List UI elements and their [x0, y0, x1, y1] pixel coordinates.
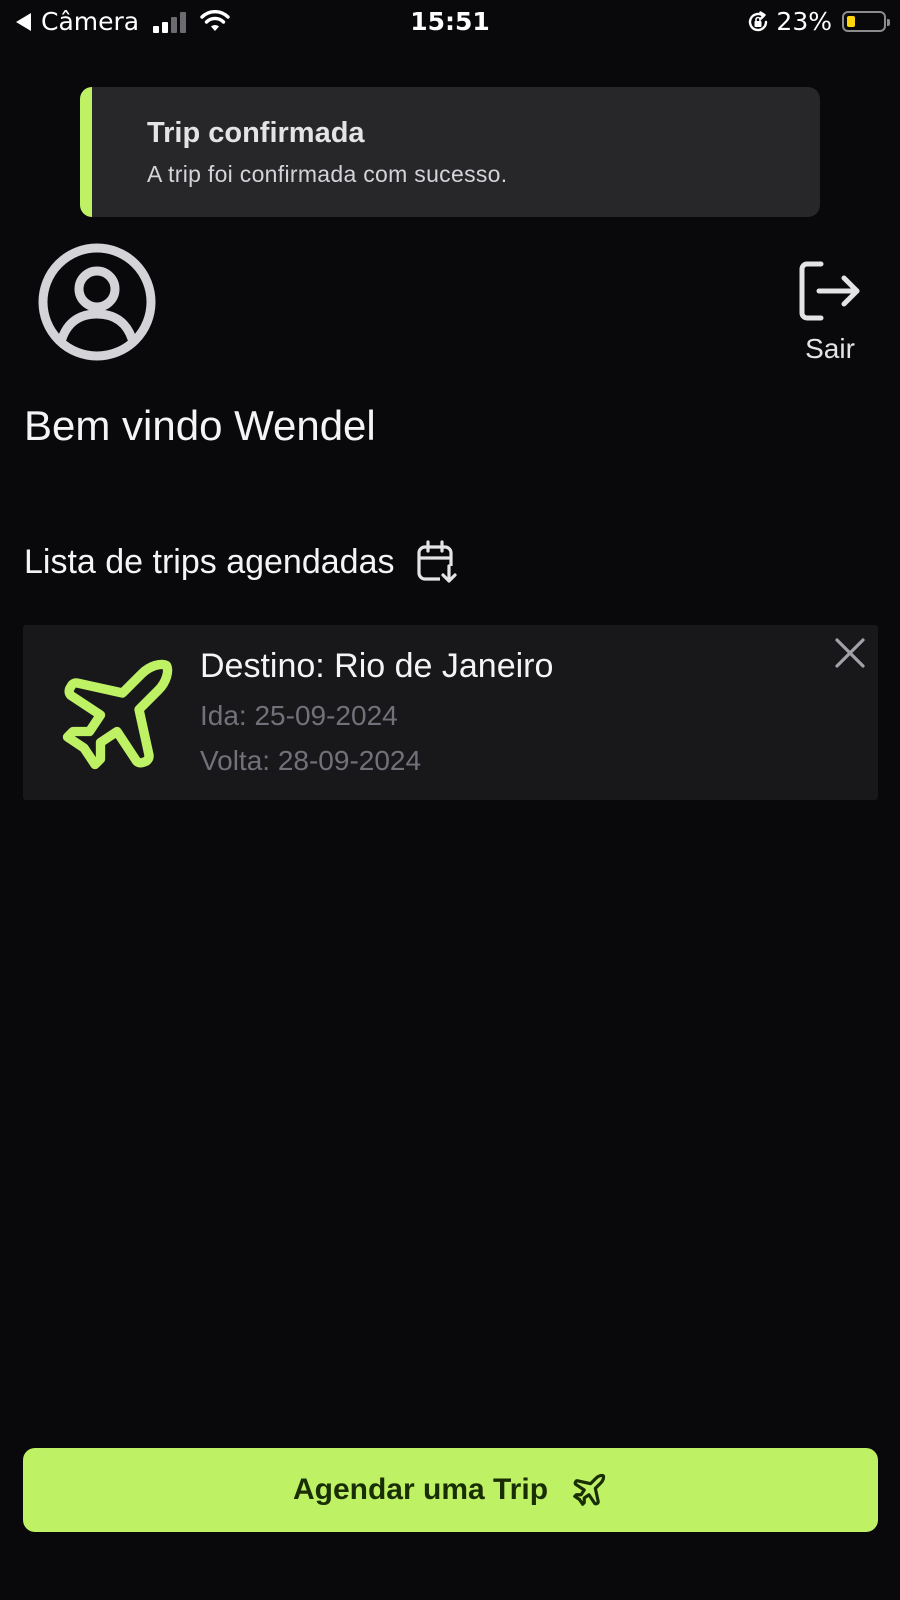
trips-section-title: Lista de trips agendadas — [24, 540, 459, 584]
logout-icon — [799, 261, 860, 321]
logout-button[interactable]: Sair — [790, 258, 870, 365]
toast-accent-bar — [80, 87, 92, 217]
battery-icon — [842, 11, 890, 32]
battery-level-fill — [847, 16, 855, 27]
logout-label: Sair — [805, 333, 855, 364]
trips-section-label: Lista de trips agendadas — [24, 542, 395, 581]
battery-percentage: 23% — [776, 7, 832, 36]
schedule-trip-label: Agendar uma Trip — [292, 1473, 549, 1506]
welcome-heading: Bem vindo Wendel — [24, 402, 376, 449]
airplane-icon — [573, 1473, 606, 1506]
orientation-lock-icon — [749, 10, 768, 31]
trip-card[interactable]: Destino: Rio de Janeiro Ida: 25-09-2024 … — [23, 625, 878, 800]
toast-title: Trip confirmada — [147, 117, 365, 149]
schedule-trip-button[interactable]: Agendar uma Trip — [23, 1448, 878, 1532]
calendar-arrow-down-icon — [417, 540, 459, 584]
status-right: 23% — [746, 7, 890, 36]
trip-destination: Destino: Rio de Janeiro — [200, 647, 554, 685]
close-icon[interactable] — [832, 635, 868, 671]
airplane-icon — [62, 659, 173, 770]
toast-message: A trip foi confirmada com sucesso. — [147, 161, 508, 187]
toast-notification[interactable]: Trip confirmada A trip foi confirmada co… — [80, 87, 820, 217]
trip-return-date: Volta: 28-09-2024 — [200, 745, 422, 776]
user-circle-icon[interactable] — [37, 242, 157, 362]
trip-departure-date: Ida: 25-09-2024 — [200, 700, 398, 731]
status-bar: Câmera 15:51 23% — [0, 0, 900, 46]
